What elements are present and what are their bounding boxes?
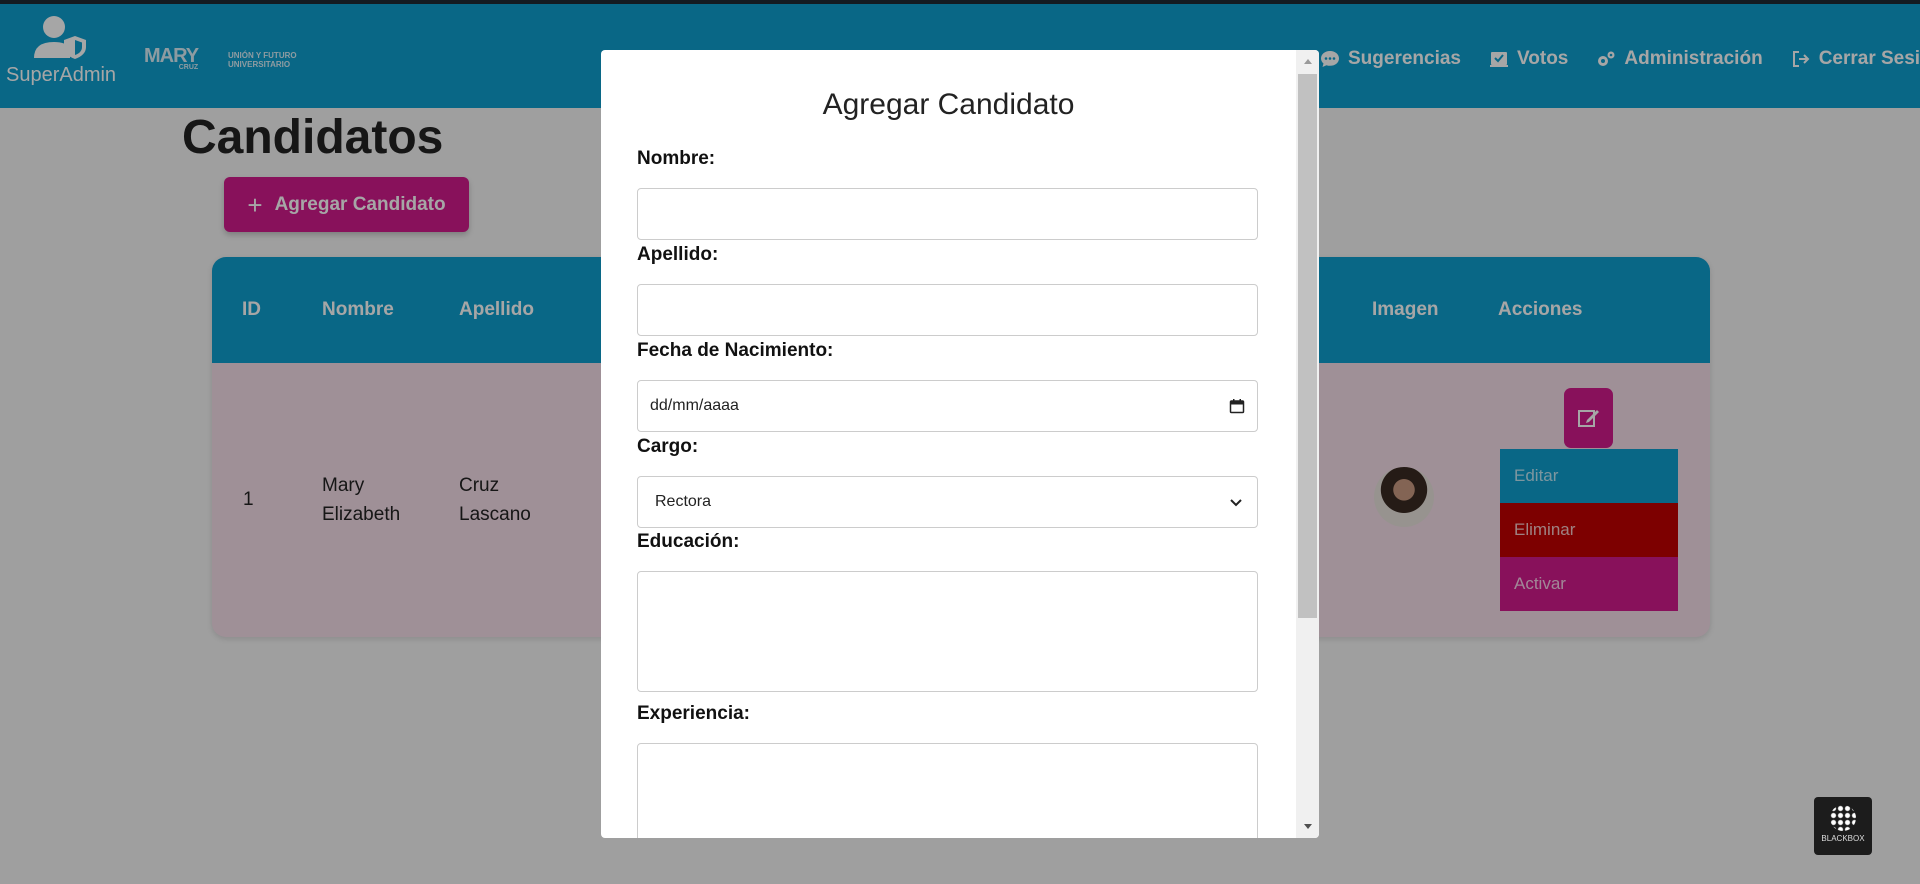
apellido-input[interactable] [637, 284, 1258, 336]
chevron-down-icon [1230, 499, 1242, 507]
scroll-down-arrow-icon[interactable] [1296, 816, 1319, 838]
label-nombre: Nombre: [637, 148, 716, 169]
label-educacion: Educación: [637, 531, 740, 552]
scrollbar-thumb[interactable] [1298, 74, 1317, 618]
modal-title: Agregar Candidato [822, 88, 1075, 121]
cargo-selected-value: Rectora [655, 493, 712, 510]
scroll-up-arrow-icon[interactable] [1296, 50, 1319, 72]
cargo-select[interactable]: Rectora [637, 476, 1258, 528]
nombre-input[interactable] [637, 188, 1258, 240]
calendar-icon[interactable] [1229, 398, 1245, 414]
blackbox-logo-icon [1830, 805, 1856, 831]
label-cargo: Cargo: [637, 436, 699, 457]
label-fecha: Fecha de Nacimiento: [637, 340, 834, 361]
experiencia-textarea[interactable] [637, 743, 1258, 838]
blackbox-badge[interactable]: BLACKBOX [1814, 797, 1872, 855]
fecha-placeholder: dd/mm/aaaa [650, 397, 739, 414]
add-candidate-modal: Agregar Candidato Nombre: Apellido: Fech… [601, 50, 1319, 838]
educacion-textarea[interactable] [637, 571, 1258, 692]
modal-scrollbar[interactable] [1296, 50, 1319, 838]
label-apellido: Apellido: [637, 244, 719, 265]
modal-body: Agregar Candidato Nombre: Apellido: Fech… [601, 50, 1296, 838]
label-experiencia: Experiencia: [637, 703, 750, 724]
fecha-nacimiento-input[interactable]: dd/mm/aaaa [637, 380, 1258, 432]
